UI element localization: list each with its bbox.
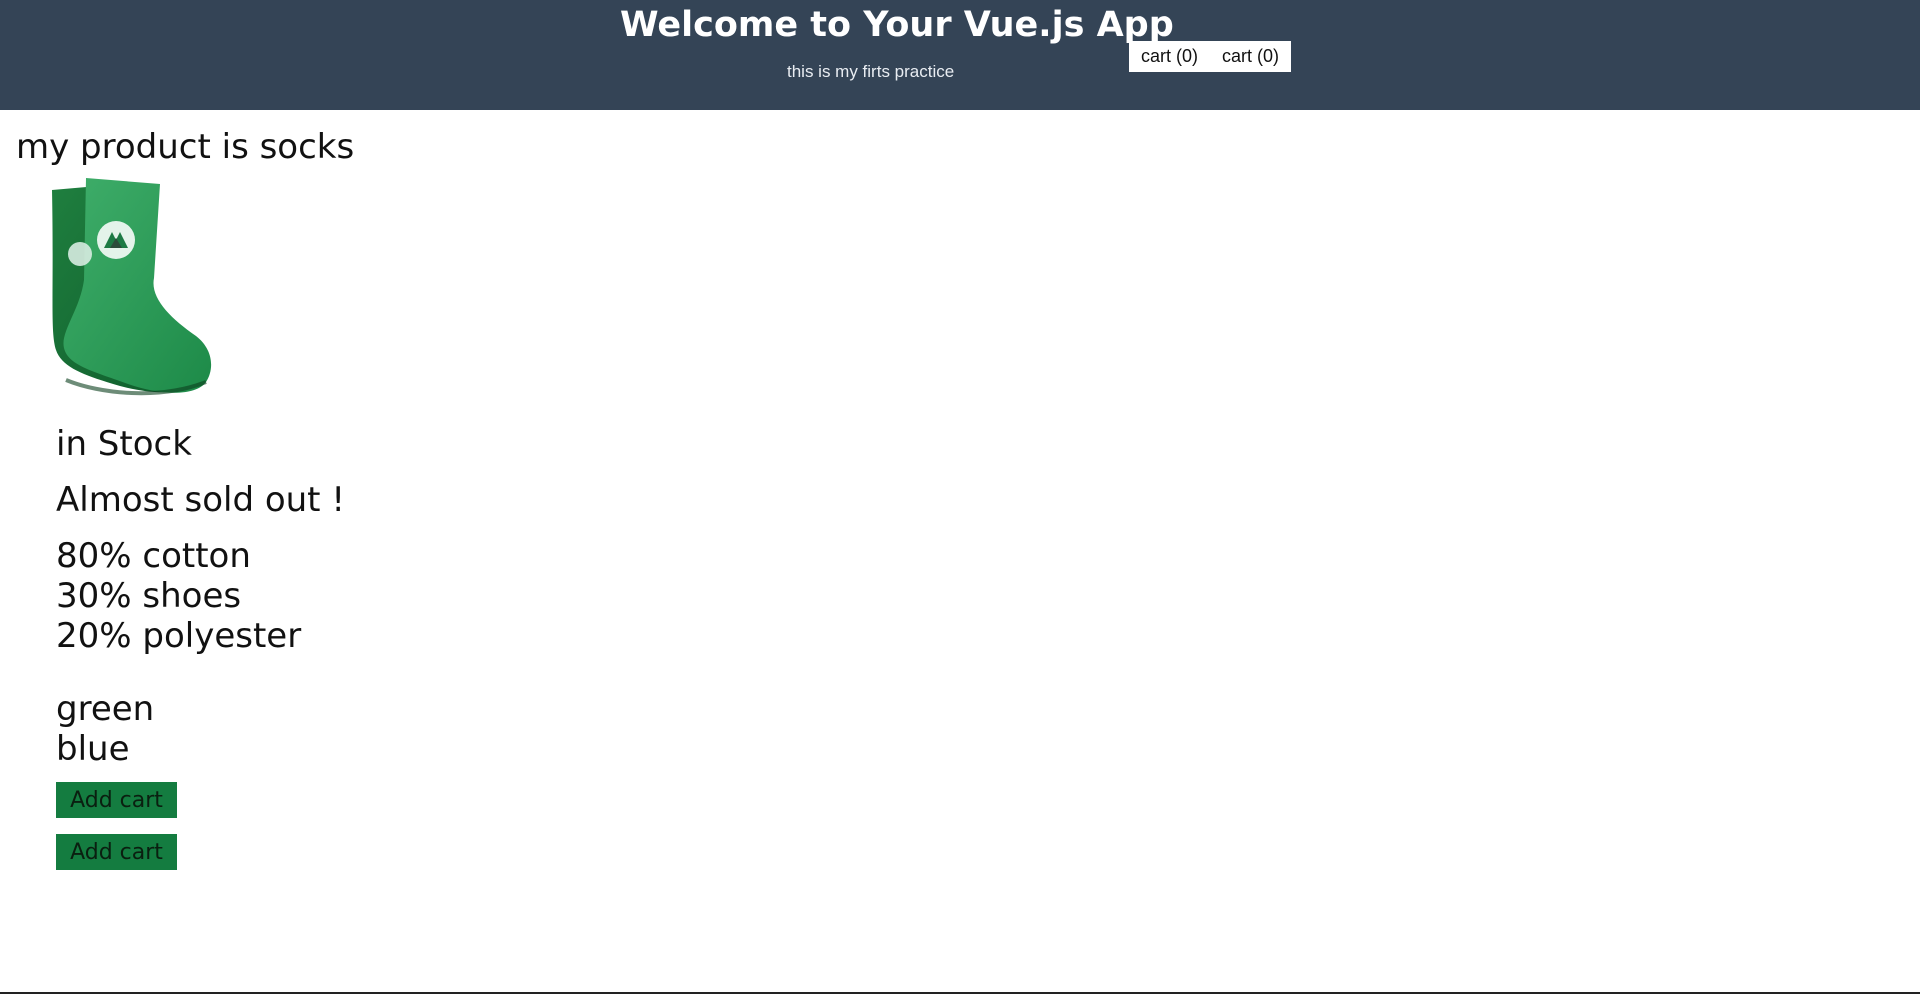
bottom-divider — [0, 992, 1920, 994]
add-cart-button-1[interactable]: Add cart — [56, 782, 177, 818]
detail-item: 20% polyester — [56, 616, 302, 656]
app-subtitle: this is my firts practice — [787, 62, 955, 81]
add-cart-button-2[interactable]: Add cart — [56, 834, 177, 870]
product-details-list: 80% cotton 30% shoes 20% polyester — [56, 536, 301, 656]
green-sock-image — [52, 178, 212, 396]
detail-item: 30% shoes — [56, 576, 242, 616]
stock-status: in Stock — [56, 424, 192, 464]
product-image — [0, 170, 240, 406]
cart-count-2: cart (0) — [1222, 46, 1280, 66]
variant-green[interactable]: green — [56, 689, 154, 729]
cart-group: cart (0) cart (0) — [1129, 41, 1292, 72]
variant-blue[interactable]: blue — [56, 729, 154, 769]
detail-item: 80% cotton — [56, 536, 251, 576]
stock-message: Almost sold out ! — [56, 480, 345, 520]
cart-count-1: cart (0) — [1141, 46, 1199, 66]
app-header: Welcome to Your Vue.js App this is my fi… — [0, 0, 1920, 110]
product-title: my product is socks — [16, 127, 355, 167]
variants-list: green blue — [56, 689, 154, 769]
app-title: Welcome to Your Vue.js App — [620, 5, 1174, 45]
